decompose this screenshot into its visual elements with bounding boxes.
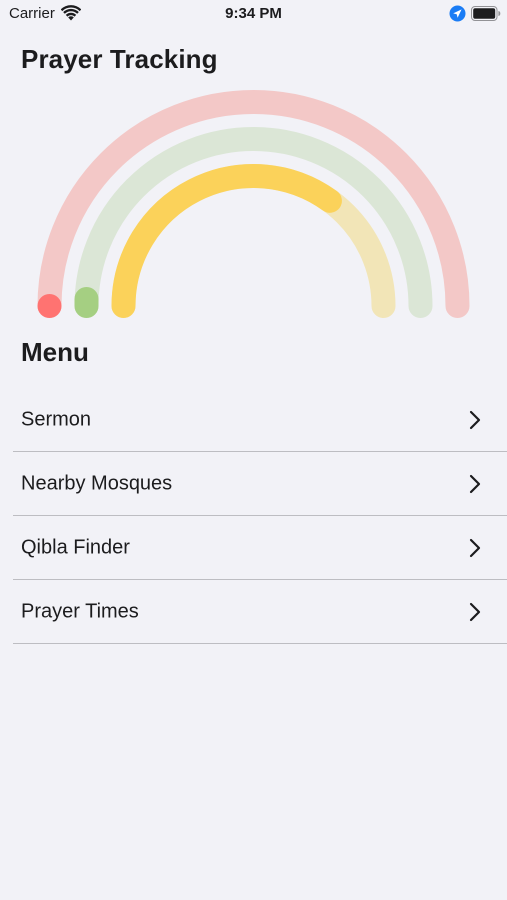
menu-item-label: Nearby Mosques bbox=[21, 472, 173, 495]
menu-item-prayer-times[interactable]: Prayer Times bbox=[0, 580, 507, 644]
chevron-right-icon bbox=[469, 538, 481, 558]
gauge-ring-indicator bbox=[37, 294, 62, 318]
chevron-right-icon bbox=[469, 602, 481, 622]
gauge-ring-track bbox=[111, 164, 396, 318]
gauge-ring-progress bbox=[111, 164, 342, 318]
menu-item-label: Qibla Finder bbox=[21, 536, 130, 559]
gauge-ring-indicator bbox=[74, 287, 99, 318]
menu-item-label: Sermon bbox=[21, 408, 92, 431]
menu-item-label: Prayer Times bbox=[21, 600, 139, 623]
menu-item-nearby-mosques[interactable]: Nearby Mosques bbox=[0, 452, 507, 516]
menu-item-qibla-finder[interactable]: Qibla Finder bbox=[0, 516, 507, 580]
chevron-right-icon bbox=[469, 474, 481, 494]
app-screen: Carrier 9:34 PM Prayer Tracking Menu Ser… bbox=[0, 0, 507, 900]
menu-list: Sermon Nearby Mosques Qibla Finder Praye… bbox=[0, 388, 507, 644]
menu-item-sermon[interactable]: Sermon bbox=[0, 388, 507, 452]
menu-title: Menu bbox=[21, 337, 89, 367]
chevron-right-icon bbox=[469, 410, 481, 430]
prayer-tracking-gauge bbox=[37, 90, 470, 318]
